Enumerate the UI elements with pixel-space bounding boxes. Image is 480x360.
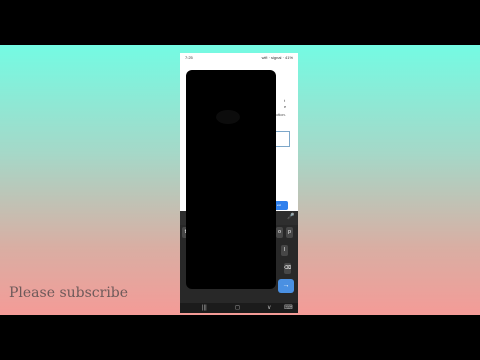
status-time: 7:25 bbox=[185, 55, 193, 60]
keyboard-icon[interactable]: ⌨ bbox=[284, 303, 293, 313]
navigation-bar: ||| ◻ ∨ ⌨ bbox=[180, 303, 298, 313]
text-input-field[interactable] bbox=[274, 131, 290, 147]
recents-icon[interactable]: ||| bbox=[202, 303, 207, 313]
home-icon[interactable]: ◻ bbox=[235, 303, 240, 313]
keyboard-key[interactable]: p bbox=[286, 227, 293, 238]
back-icon[interactable]: ∨ bbox=[267, 303, 271, 313]
keyboard-key[interactable]: ⌫ bbox=[284, 263, 291, 274]
status-bar: 7:25 wifi · signal · 41% bbox=[180, 53, 298, 63]
overlay-shadow bbox=[216, 110, 240, 124]
enter-key[interactable]: → bbox=[278, 279, 294, 293]
black-overlay-panel bbox=[186, 70, 276, 289]
keyboard-key[interactable]: l bbox=[281, 245, 288, 256]
status-icons: wifi · signal · 41% bbox=[261, 55, 293, 60]
page-text-line-1: t bbox=[284, 98, 286, 103]
mic-icon[interactable]: 🎤 bbox=[287, 213, 294, 220]
video-frame: 7:25 wifi · signal · 41% t e ection. ext… bbox=[0, 45, 480, 315]
subscribe-caption: Please subscribe bbox=[9, 285, 129, 301]
keyboard-key[interactable]: o bbox=[276, 227, 283, 238]
page-text-line-2: e bbox=[284, 104, 287, 109]
